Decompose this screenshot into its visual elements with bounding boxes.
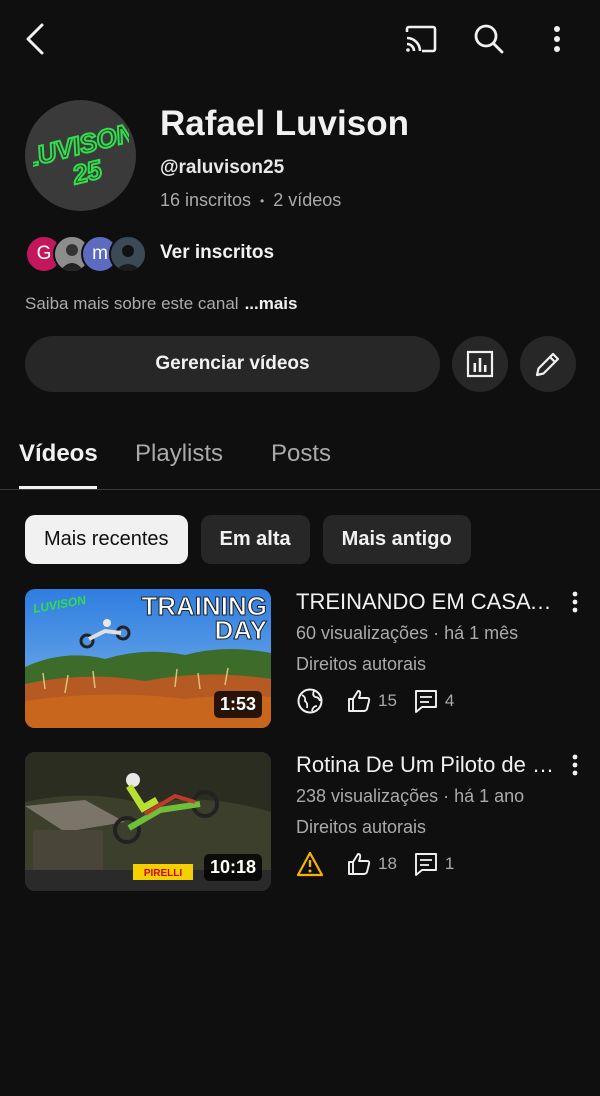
chip-oldest[interactable]: Mais antigo (322, 515, 471, 564)
separator: • (260, 193, 265, 208)
channel-tabs: Vídeos Playlists Posts (0, 420, 600, 490)
manage-videos-button[interactable]: Gerenciar vídeos (25, 336, 440, 392)
channel-handle: @raluvison25 (160, 157, 285, 178)
comment-icon (414, 853, 437, 876)
channel-about[interactable]: Saiba mais sobre este canal ...mais (25, 294, 297, 314)
video-thumbnail[interactable]: LUVISON TRAINING DAY 1:53 (25, 589, 271, 728)
analytics-button[interactable] (452, 336, 508, 392)
tab-playlists[interactable]: Playlists (135, 440, 223, 468)
restriction-status[interactable] (296, 851, 330, 877)
like-count: 15 (378, 691, 397, 710)
svg-text:PIRELLI: PIRELLI (144, 868, 183, 879)
video-rights: Direitos autorais (296, 817, 427, 837)
video-title[interactable]: Rotina De Um Piloto de Motocross (296, 752, 556, 778)
video-title[interactable]: TREINANDO EM CASA | TRAINING DAY (296, 589, 556, 615)
video-stats: 18 1 (296, 850, 470, 878)
see-subscribers-link[interactable]: Ver inscritos (160, 242, 274, 264)
thumbs-up-icon (348, 853, 371, 875)
pencil-icon (535, 352, 560, 377)
video-meta: 238 visualizações · há 1 ano (296, 786, 525, 806)
video-menu-button[interactable] (563, 754, 587, 780)
warning-icon (296, 851, 324, 877)
thumbs-up-icon (348, 690, 371, 712)
comments-stat[interactable]: 4 (413, 688, 454, 714)
channel-logo: LUVISON 25 (33, 116, 129, 191)
top-app-bar (0, 0, 600, 80)
video-item[interactable]: LUVISON TRAINING DAY 1:53 TREINANDO EM C… (0, 589, 600, 729)
more-vert-icon (572, 754, 578, 776)
likes-stat[interactable]: 18 (346, 851, 397, 877)
edit-channel-button[interactable] (520, 336, 576, 392)
more-vert-icon[interactable] (533, 15, 581, 63)
video-duration: 10:18 (203, 854, 262, 881)
video-stats: 15 4 (296, 687, 470, 715)
tab-videos[interactable]: Vídeos (19, 440, 98, 468)
cast-icon[interactable] (397, 15, 445, 63)
comments-stat[interactable]: 1 (413, 851, 454, 877)
video-meta: 60 visualizações · há 1 mês (296, 623, 519, 643)
video-item[interactable]: PIRELLI 10:18 Rotina De Um Piloto de Mot… (0, 752, 600, 892)
channel-stats: 16 inscritos • 2 vídeos (160, 190, 341, 211)
analytics-icon (466, 350, 494, 378)
globe-icon (297, 688, 323, 714)
svg-text:25: 25 (68, 153, 105, 189)
comment-count: 4 (444, 691, 455, 710)
comment-icon (414, 690, 437, 713)
about-more-link[interactable]: ...mais (245, 294, 298, 313)
video-count: 2 vídeos (273, 190, 342, 210)
subscriber-avatars[interactable]: G m (25, 234, 147, 274)
chip-popular[interactable]: Em alta (200, 515, 310, 564)
video-rights: Direitos autorais (296, 654, 427, 674)
active-tab-indicator (19, 486, 97, 489)
comment-count: 1 (444, 854, 455, 873)
video-menu-button[interactable] (563, 591, 587, 617)
likes-stat[interactable]: 15 (346, 688, 397, 714)
video-thumbnail[interactable]: PIRELLI 10:18 (25, 752, 271, 891)
search-icon[interactable] (465, 15, 513, 63)
back-icon[interactable] (12, 15, 60, 63)
video-duration: 1:53 (213, 691, 262, 718)
subscriber-count: 16 inscritos (160, 190, 252, 210)
channel-avatar[interactable]: LUVISON 25 (25, 100, 136, 211)
about-text: Saiba mais sobre este canal (25, 294, 239, 313)
more-vert-icon (572, 591, 578, 613)
sort-chips: Mais recentes Em alta Mais antigo (25, 515, 484, 565)
chip-most-recent[interactable]: Mais recentes (25, 515, 188, 564)
tab-posts[interactable]: Posts (271, 440, 331, 468)
svg-text:DAY: DAY (214, 615, 267, 645)
like-count: 18 (378, 854, 397, 873)
channel-name: Rafael Luvison (160, 104, 409, 143)
visibility-status[interactable] (296, 687, 330, 715)
subscriber-avatar (109, 235, 147, 273)
